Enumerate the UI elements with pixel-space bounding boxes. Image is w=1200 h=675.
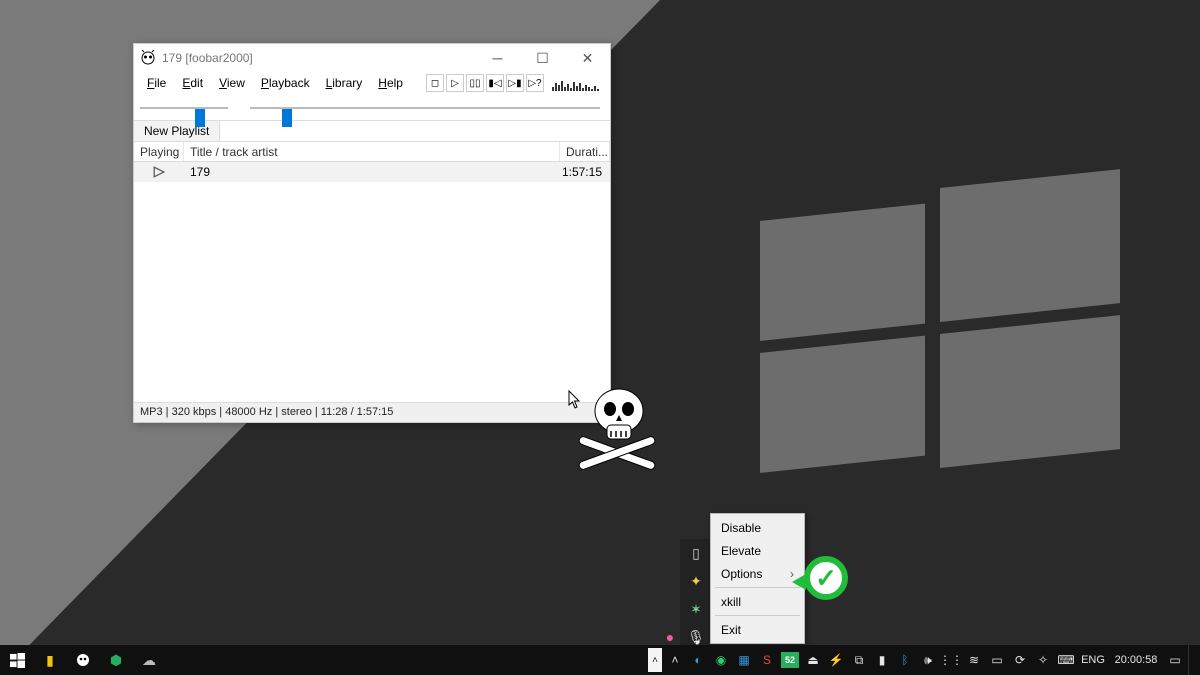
menu-file[interactable]: File xyxy=(140,74,173,92)
taskbar-app-python[interactable]: ⬢ xyxy=(101,645,131,675)
pause-button[interactable]: ▯▯ xyxy=(466,74,484,92)
menu-item-disable[interactable]: Disable xyxy=(711,516,804,539)
maximize-button[interactable]: ☐ xyxy=(520,44,565,72)
minimize-button[interactable]: ─ xyxy=(475,44,520,72)
col-duration[interactable]: Durati... xyxy=(560,142,610,161)
tray-icon-mic[interactable]: 🎙 xyxy=(686,627,706,647)
tray-card-icon[interactable]: ⧉ xyxy=(849,648,869,672)
menu-view[interactable]: View xyxy=(212,74,252,92)
tray-sync-icon[interactable]: ⟳ xyxy=(1010,648,1030,672)
menu-edit[interactable]: Edit xyxy=(175,74,210,92)
column-headers: Playing Title / track artist Durati... xyxy=(134,142,610,162)
play-button[interactable]: ▷ xyxy=(446,74,464,92)
window-title: 179 [foobar2000] xyxy=(162,51,253,65)
menu-item-exit[interactable]: Exit xyxy=(711,618,804,641)
prev-button[interactable]: ▮◁ xyxy=(486,74,504,92)
taskbar: ▮ ⬢ ☁ ˄ ˄ ◐ ◉ ▦ S 52 ⏏ ⚡ ⧉ ▮ ᛒ 🕪 ⋮⋮ ≋ ▭ … xyxy=(0,645,1200,675)
menu-playback[interactable]: Playback xyxy=(254,74,317,92)
col-title[interactable]: Title / track artist xyxy=(184,142,560,161)
playlist-tab[interactable]: New Playlist xyxy=(134,121,220,141)
playlist: 179 1:57:15 xyxy=(134,162,610,402)
tray-monitor-icon[interactable]: ▭ xyxy=(987,648,1007,672)
close-button[interactable]: ✕ xyxy=(565,44,610,72)
tray-context-menu: Disable Elevate Options xkill Exit xyxy=(710,513,805,644)
col-playing[interactable]: Playing xyxy=(134,142,184,161)
menu-help[interactable]: Help xyxy=(371,74,410,92)
clock[interactable]: 20:00:58 xyxy=(1110,648,1162,672)
titlebar[interactable]: 179 [foobar2000] ─ ☐ ✕ xyxy=(134,44,610,72)
transport-buttons: ◻ ▷ ▯▯ ▮◁ ▷▮ ▷? xyxy=(426,74,544,92)
tray-plug-icon[interactable]: ⚡ xyxy=(826,648,846,672)
taskbar-app-explorer[interactable]: ▮ xyxy=(35,645,65,675)
taskbar-app-foobar[interactable] xyxy=(68,645,98,675)
foobar2000-window: 179 [foobar2000] ─ ☐ ✕ File Edit View Pl… xyxy=(133,43,611,423)
app-icon xyxy=(140,50,156,66)
tray-keyboard-icon[interactable]: ⌨ xyxy=(1056,648,1076,672)
menu-item-xkill[interactable]: xkill xyxy=(711,590,804,613)
random-button[interactable]: ▷? xyxy=(526,74,544,92)
tray-overflow-popup: ▯ ✦ ✶ ● 🎙 ⚙ xyxy=(680,539,712,651)
cursor-arrow-icon xyxy=(568,390,584,415)
tray-app-icon[interactable]: ▦ xyxy=(734,648,754,672)
tray-dropbox-icon[interactable]: ✧ xyxy=(1033,648,1053,672)
action-center-icon[interactable]: ▭ xyxy=(1165,648,1185,672)
menu-bar: File Edit View Playback Library Help ◻ ▷… xyxy=(134,72,610,94)
playing-icon xyxy=(134,166,184,178)
status-bar: MP3 | 320 kbps | 48000 Hz | stereo | 11:… xyxy=(134,402,610,422)
windows-logo xyxy=(760,165,1120,483)
tray-removable-icon[interactable]: ⏏ xyxy=(803,648,823,672)
row-duration: 1:57:15 xyxy=(560,165,610,179)
tray-icon-app2[interactable]: ✶ xyxy=(686,599,706,619)
visualizer xyxy=(552,75,599,91)
tray-app-icon[interactable]: ◐ xyxy=(688,648,708,672)
callout-check-icon xyxy=(798,554,854,610)
tray-network2-icon[interactable]: ≋ xyxy=(964,648,984,672)
menu-library[interactable]: Library xyxy=(319,74,370,92)
playlist-tab-bar: New Playlist xyxy=(134,120,610,142)
tray-app-icon[interactable]: S xyxy=(757,648,777,672)
tray-badge[interactable]: 52 xyxy=(780,648,800,672)
taskbar-app-discord[interactable]: ☁ xyxy=(134,645,164,675)
show-desktop-button[interactable] xyxy=(1188,645,1194,675)
tray-bluetooth-icon[interactable]: ᛒ xyxy=(895,648,915,672)
tray-icon-disk[interactable]: ▯ xyxy=(686,543,706,563)
stop-button[interactable]: ◻ xyxy=(426,74,444,92)
tray-icon-app1[interactable]: ✦ xyxy=(686,571,706,591)
row-title: 179 xyxy=(184,165,560,179)
tray-overflow-button[interactable]: ˄ xyxy=(648,648,662,672)
menu-item-options[interactable]: Options xyxy=(711,562,804,585)
tray-app-icon[interactable]: ◉ xyxy=(711,648,731,672)
start-button[interactable] xyxy=(2,645,32,675)
tray-volume-icon[interactable]: 🕪 xyxy=(918,648,938,672)
menu-separator xyxy=(715,587,800,588)
tray-chevron-icon[interactable]: ˄ xyxy=(665,648,685,672)
menu-item-elevate[interactable]: Elevate xyxy=(711,539,804,562)
menu-separator xyxy=(715,615,800,616)
playlist-row[interactable]: 179 1:57:15 xyxy=(134,162,610,182)
language-indicator[interactable]: ENG xyxy=(1079,648,1107,672)
tray-icon-pink[interactable]: ● xyxy=(660,627,680,647)
system-tray: ˄ ˄ ◐ ◉ ▦ S 52 ⏏ ⚡ ⧉ ▮ ᛒ 🕪 ⋮⋮ ≋ ▭ ⟳ ✧ ⌨ … xyxy=(648,645,1200,675)
slider-row xyxy=(134,94,610,120)
tray-battery-icon[interactable]: ▮ xyxy=(872,648,892,672)
tray-wifi-icon[interactable]: ⋮⋮ xyxy=(941,648,961,672)
next-button[interactable]: ▷▮ xyxy=(506,74,524,92)
